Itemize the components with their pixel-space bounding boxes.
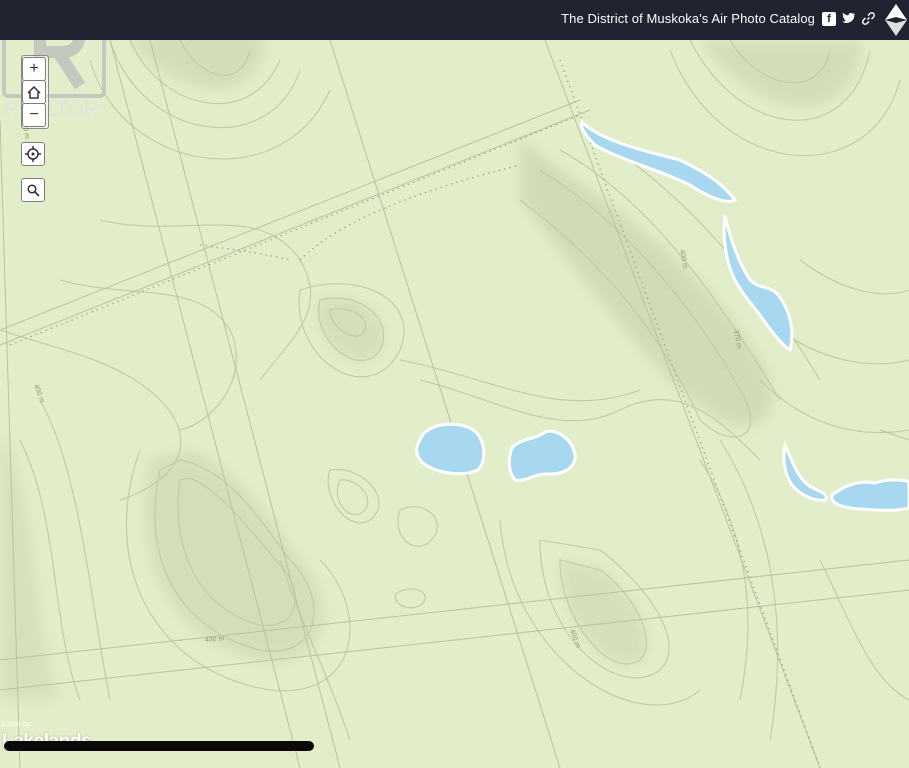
realtor-brand: REALTOR — [4, 99, 99, 121]
topographic-map[interactable]: 400 m 400 m 400 m 400 m 370 m 400 m — [0, 0, 909, 768]
home-button[interactable] — [22, 80, 46, 104]
catalog-title[interactable]: The District of Muskoka's Air Photo Cata… — [561, 11, 815, 26]
zoom-out-button[interactable]: − — [22, 103, 46, 127]
twitter-icon[interactable] — [842, 12, 856, 26]
listed-by-label: Listed by: — [2, 721, 32, 728]
zoom-in-label: + — [29, 60, 39, 77]
search-button[interactable] — [21, 178, 45, 202]
search-icon — [26, 183, 40, 197]
locate-button[interactable] — [21, 142, 45, 166]
zoom-out-label: − — [29, 106, 39, 123]
link-icon[interactable] — [861, 12, 875, 26]
scale-bar — [4, 741, 314, 751]
zoom-in-button[interactable]: + — [22, 57, 46, 81]
north-arrow-icon — [885, 4, 907, 36]
pond-west — [415, 422, 486, 476]
home-icon — [27, 85, 41, 99]
header-bar: The District of Muskoka's Air Photo Cata… — [0, 0, 909, 40]
facebook-icon[interactable]: f — [822, 12, 836, 26]
registered-mark: ® — [98, 100, 107, 112]
locate-icon — [25, 146, 41, 162]
